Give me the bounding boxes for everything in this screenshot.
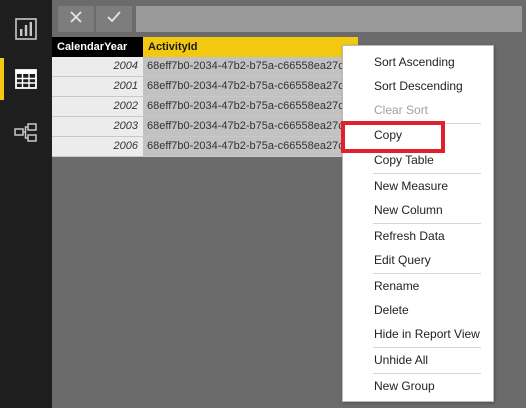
column-header-calendaryear[interactable]: CalendarYear <box>52 37 143 57</box>
cell-calendaryear[interactable]: 2004 <box>52 57 143 76</box>
menu-item-hide-in-report-view[interactable]: Hide in Report View <box>374 324 480 344</box>
cell-activityid[interactable]: 68eff7b0-2034-47b2-b75a-c66558ea27c <box>143 97 358 116</box>
menu-item-new-measure[interactable]: New Measure <box>374 176 448 196</box>
cell-activityid[interactable]: 68eff7b0-2034-47b2-b75a-c66558ea27c <box>143 57 358 76</box>
menu-item-rename[interactable]: Rename <box>374 276 419 296</box>
menu-item-sort-descending[interactable]: Sort Descending <box>374 76 463 96</box>
cell-calendaryear[interactable]: 2002 <box>52 97 143 116</box>
menu-divider <box>373 223 481 224</box>
nav-relationships-view[interactable] <box>0 108 52 158</box>
table-row: 2001 68eff7b0-2034-47b2-b75a-c66558ea27c <box>52 77 358 97</box>
cell-calendaryear[interactable]: 2001 <box>52 77 143 96</box>
table-row: 2006 68eff7b0-2034-47b2-b75a-c66558ea27c <box>52 137 358 157</box>
menu-item-sort-ascending[interactable]: Sort Ascending <box>374 52 455 72</box>
commit-button[interactable] <box>96 6 132 32</box>
menu-divider <box>373 273 481 274</box>
column-context-menu: Sort Ascending Sort Descending Clear Sor… <box>342 45 494 402</box>
checkmark-icon <box>106 10 122 29</box>
table-grid-icon <box>14 67 38 91</box>
menu-item-clear-sort: Clear Sort <box>374 103 429 117</box>
menu-item-new-group[interactable]: New Group <box>374 376 435 396</box>
column-header-activityid[interactable]: ActivityId <box>143 37 358 57</box>
nav-report-view[interactable] <box>0 4 52 54</box>
cell-activityid[interactable]: 68eff7b0-2034-47b2-b75a-c66558ea27c <box>143 117 358 136</box>
table-row: 2004 68eff7b0-2034-47b2-b75a-c66558ea27c <box>52 57 358 77</box>
menu-item-unhide-all[interactable]: Unhide All <box>374 350 428 370</box>
menu-item-new-column[interactable]: New Column <box>374 200 443 220</box>
cancel-button[interactable] <box>58 6 94 32</box>
copy-highlight-box <box>341 121 445 153</box>
left-nav-rail <box>0 0 52 408</box>
bar-chart-icon <box>14 17 38 41</box>
formula-input[interactable] <box>136 6 522 32</box>
cell-activityid[interactable]: 68eff7b0-2034-47b2-b75a-c66558ea27c <box>143 77 358 96</box>
menu-divider <box>373 373 481 374</box>
nav-data-view[interactable] <box>0 54 52 104</box>
relationships-icon <box>13 121 39 145</box>
table-row: 2003 68eff7b0-2034-47b2-b75a-c66558ea27c <box>52 117 358 137</box>
table-row: 2002 68eff7b0-2034-47b2-b75a-c66558ea27c <box>52 97 358 117</box>
cell-calendaryear[interactable]: 2003 <box>52 117 143 136</box>
formula-bar <box>52 0 526 36</box>
data-table: CalendarYear ActivityId 2004 68eff7b0-20… <box>52 37 358 157</box>
menu-item-edit-query[interactable]: Edit Query <box>374 250 431 270</box>
close-icon <box>69 10 83 29</box>
menu-item-delete[interactable]: Delete <box>374 300 409 320</box>
menu-divider <box>373 347 481 348</box>
table-header: CalendarYear ActivityId <box>52 37 358 57</box>
cell-activityid[interactable]: 68eff7b0-2034-47b2-b75a-c66558ea27c <box>143 137 358 156</box>
menu-divider <box>373 173 481 174</box>
cell-calendaryear[interactable]: 2006 <box>52 137 143 156</box>
menu-item-refresh-data[interactable]: Refresh Data <box>374 226 445 246</box>
menu-item-copy-table[interactable]: Copy Table <box>374 150 434 170</box>
